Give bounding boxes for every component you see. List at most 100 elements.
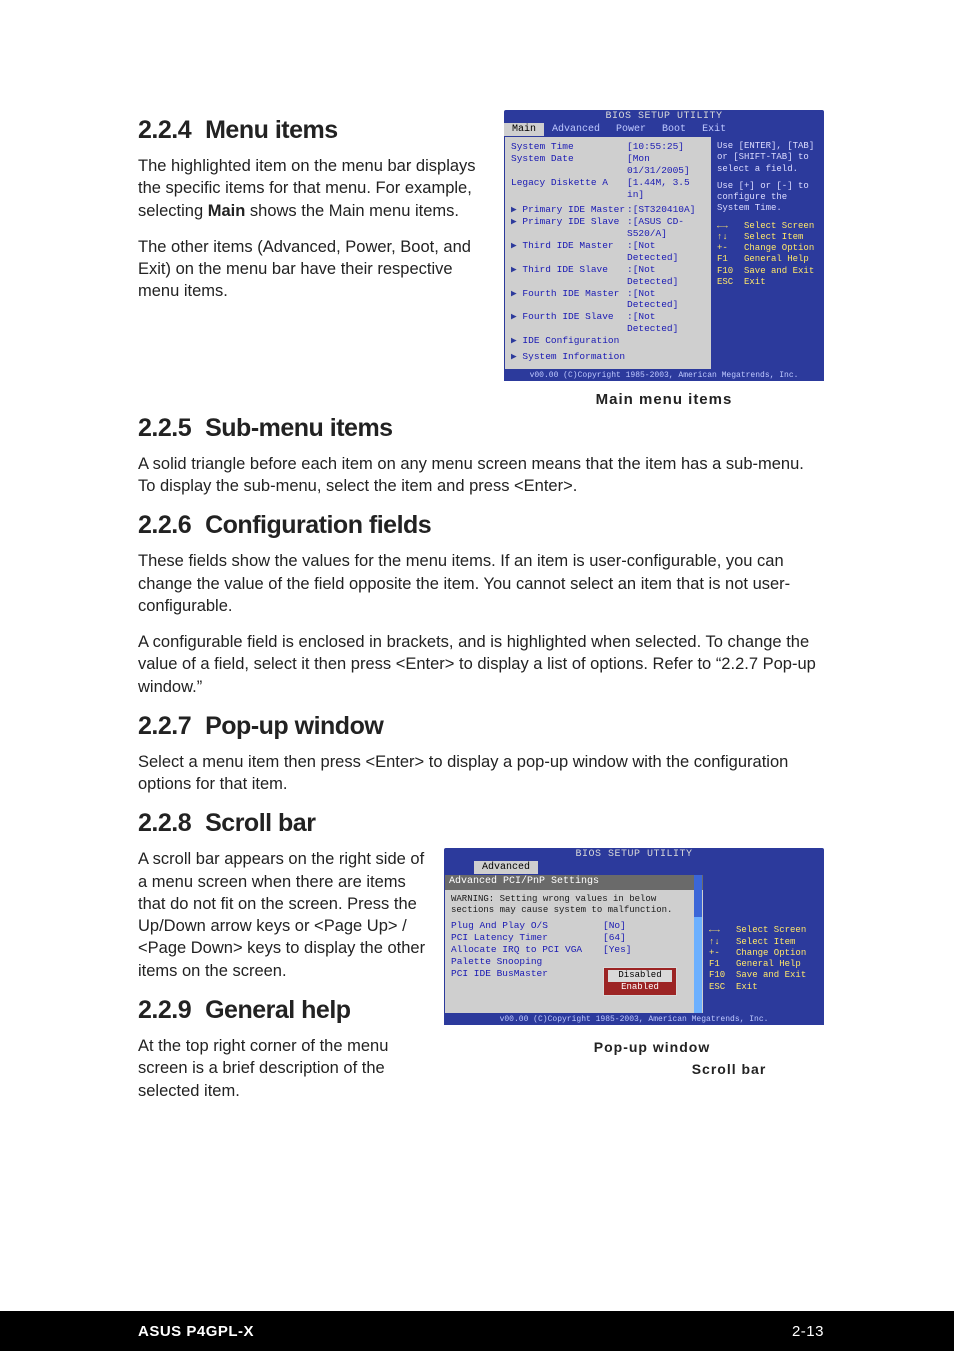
page: 2.2.4 Menu items The highlighted item on … <box>0 0 954 1351</box>
bios2-bar: BIOS SETUP UTILITY <box>444 848 824 861</box>
bios2-panel-title: Advanced PCI/PnP Settings <box>445 875 703 890</box>
bios2-scrollbar[interactable] <box>694 875 702 1013</box>
heading-227: 2.2.7 Pop-up window <box>138 712 824 741</box>
bios1-left: System Time[10:55:25] System Date[Mon 01… <box>505 137 711 369</box>
bios1-keys: ←→ Select Screen ↑↓ Select Item +- Chang… <box>717 221 817 289</box>
para-224-2: The other items (Advanced, Power, Boot, … <box>138 236 486 303</box>
bios1-menu-exit[interactable]: Exit <box>694 123 734 136</box>
bios-figure-1: BIOS SETUP UTILITY Main Advanced Power B… <box>504 110 824 408</box>
bios1-bar: BIOS SETUP UTILITY <box>504 110 824 123</box>
bios1-sub-5[interactable]: ▶ Fourth IDE Slave:[Not Detected] <box>511 311 705 335</box>
bios1-footer: v00.00 (C)Copyright 1985-2003, American … <box>504 370 824 381</box>
heading-225: 2.2.5 Sub-menu items <box>138 414 824 443</box>
bios2-row-2[interactable]: Allocate IRQ to PCI VGA[Yes] <box>451 944 697 956</box>
heading-226-num: 2.2.6 <box>138 511 191 539</box>
bios2-keys: ←→ Select Screen ↑↓ Select Item +- Chang… <box>709 925 817 993</box>
triangle-icon: ▶ <box>511 204 522 215</box>
bios2-popup[interactable]: Disabled Enabled <box>603 967 677 996</box>
bios2-right: ←→ Select Screen ↑↓ Select Item +- Chang… <box>703 875 823 1013</box>
triangle-icon: ▶ <box>511 264 522 275</box>
para-229: At the top right corner of the menu scre… <box>138 1035 426 1102</box>
popup-opt-enabled[interactable]: Enabled <box>608 982 672 993</box>
callout-scrollbar: Scroll bar <box>634 1061 824 1077</box>
bios2-warning: WARNING: Setting wrong values in below s… <box>451 894 697 917</box>
bios1-sub-4[interactable]: ▶ Fourth IDE Master:[Not Detected] <box>511 288 705 312</box>
bios-figure-2: BIOS SETUP UTILITY Advanced Advanced PCI… <box>444 848 824 1077</box>
triangle-icon: ▶ <box>511 335 522 346</box>
heading-227-num: 2.2.7 <box>138 712 191 740</box>
content-area: 2.2.4 Menu items The highlighted item on … <box>0 0 954 1116</box>
bios1-menu-advanced[interactable]: Advanced <box>544 123 608 136</box>
bios1-row-0-v: [10:55:25] <box>627 141 705 153</box>
bios2-menu-advanced[interactable]: Advanced <box>474 861 538 874</box>
bios2-left: Advanced PCI/PnP Settings WARNING: Setti… <box>445 875 703 1013</box>
callout-popup: Pop-up window <box>480 1039 824 1055</box>
bios1-sub-2[interactable]: ▶ Third IDE Master:[Not Detected] <box>511 240 705 264</box>
para-224-1b: Main <box>208 202 246 220</box>
heading-228-num: 2.2.8 <box>138 809 191 837</box>
bios1-sub-0-v: :[ST320410A] <box>627 204 705 216</box>
para-224-1: The highlighted item on the menu bar dis… <box>138 155 486 222</box>
bios-mini-2: BIOS SETUP UTILITY Advanced Advanced PCI… <box>444 848 824 1025</box>
bios1-row-1-v: [Mon 01/31/2005] <box>627 153 705 177</box>
para-226-1: These fields show the values for the men… <box>138 550 824 617</box>
bios2-scroll-thumb[interactable] <box>694 875 702 917</box>
bios1-sub-1[interactable]: ▶ Primary IDE Slave:[ASUS CD-S520/A] <box>511 216 705 240</box>
bios1-sub-0[interactable]: ▶ Primary IDE Master:[ST320410A] <box>511 204 705 216</box>
bios1-row-1-k: System Date <box>511 153 627 177</box>
triangle-icon: ▶ <box>511 351 522 362</box>
triangle-icon: ▶ <box>511 240 522 251</box>
bios2-body: Advanced PCI/PnP Settings WARNING: Setti… <box>444 874 824 1014</box>
bios1-row-0: System Time[10:55:25] <box>511 141 705 153</box>
triangle-icon: ▶ <box>511 288 522 299</box>
bios1-menu-main[interactable]: Main <box>504 123 544 136</box>
popup-opt-disabled[interactable]: Disabled <box>608 970 672 981</box>
bios1-sub-6[interactable]: ▶ IDE Configuration <box>511 335 705 347</box>
heading-229-num: 2.2.9 <box>138 996 191 1024</box>
bios2-row-3[interactable]: Palette Snooping <box>451 956 697 968</box>
bios1-right: Use [ENTER], [TAB] or [SHIFT-TAB] to sel… <box>711 137 823 369</box>
bios2-footer: v00.00 (C)Copyright 1985-2003, American … <box>444 1014 824 1025</box>
bios1-help1: Use [ENTER], [TAB] or [SHIFT-TAB] to sel… <box>717 141 817 175</box>
bios1-menu-boot[interactable]: Boot <box>654 123 694 136</box>
bios1-caption: Main menu items <box>504 391 824 408</box>
para-228: A scroll bar appears on the right side o… <box>138 848 426 982</box>
bios1-menu: Main Advanced Power Boot Exit <box>504 123 824 136</box>
heading-224-num: 2.2.4 <box>138 116 191 144</box>
bios1-menu-power[interactable]: Power <box>608 123 654 136</box>
para-227: Select a menu item then press <Enter> to… <box>138 751 824 796</box>
bios1-row-2-k: Legacy Diskette A <box>511 177 627 201</box>
heading-228-title: Scroll bar <box>205 809 315 837</box>
heading-229: 2.2.9General help <box>138 996 426 1025</box>
section-224-row: 2.2.4 Menu items The highlighted item on … <box>138 110 824 408</box>
section-224-text: 2.2.4 Menu items The highlighted item on … <box>138 110 486 317</box>
bios1-help2: Use [+] or [-] to configure the System T… <box>717 181 817 215</box>
triangle-icon: ▶ <box>511 216 522 227</box>
page-footer: ASUS P4GPL-X 2-13 <box>0 1311 954 1351</box>
para-224-1c: shows the Main menu items. <box>245 202 459 220</box>
heading-225-title: Sub-menu items <box>205 414 392 442</box>
heading-228: 2.2.8 Scroll bar <box>138 809 824 838</box>
para-226-2: A configurable field is enclosed in brac… <box>138 631 824 698</box>
para-225: A solid triangle before each item on any… <box>138 453 824 498</box>
bios1-row-0-k: System Time <box>511 141 627 153</box>
heading-225-num: 2.2.5 <box>138 414 191 442</box>
section-228-row: A scroll bar appears on the right side o… <box>138 848 824 1115</box>
section-228-text: A scroll bar appears on the right side o… <box>138 848 426 1115</box>
bios1-sub-3[interactable]: ▶ Third IDE Slave:[Not Detected] <box>511 264 705 288</box>
heading-224: 2.2.4 Menu items <box>138 116 486 145</box>
footer-left: ASUS P4GPL-X <box>138 1323 254 1340</box>
triangle-icon: ▶ <box>511 311 522 322</box>
bios1-sysinfo[interactable]: ▶ System Information <box>511 351 705 363</box>
bios1-body: System Time[10:55:25] System Date[Mon 01… <box>504 136 824 370</box>
bios1-row-2-v: [1.44M, 3.5 in] <box>627 177 705 201</box>
bios1-sub-0-k: ▶ Primary IDE Master <box>511 204 627 216</box>
bios2-row-0[interactable]: Plug And Play O/S[No] <box>451 920 697 932</box>
bios2-menu: Advanced <box>444 861 824 874</box>
heading-224-title: Menu items <box>205 116 338 144</box>
bios2-row-1[interactable]: PCI Latency Timer[64] <box>451 932 697 944</box>
bios-mini-1: BIOS SETUP UTILITY Main Advanced Power B… <box>504 110 824 381</box>
bios2-callouts: Pop-up window Scroll bar <box>444 1039 824 1077</box>
bios1-row-1: System Date[Mon 01/31/2005] <box>511 153 705 177</box>
heading-227-title: Pop-up window <box>205 712 383 740</box>
